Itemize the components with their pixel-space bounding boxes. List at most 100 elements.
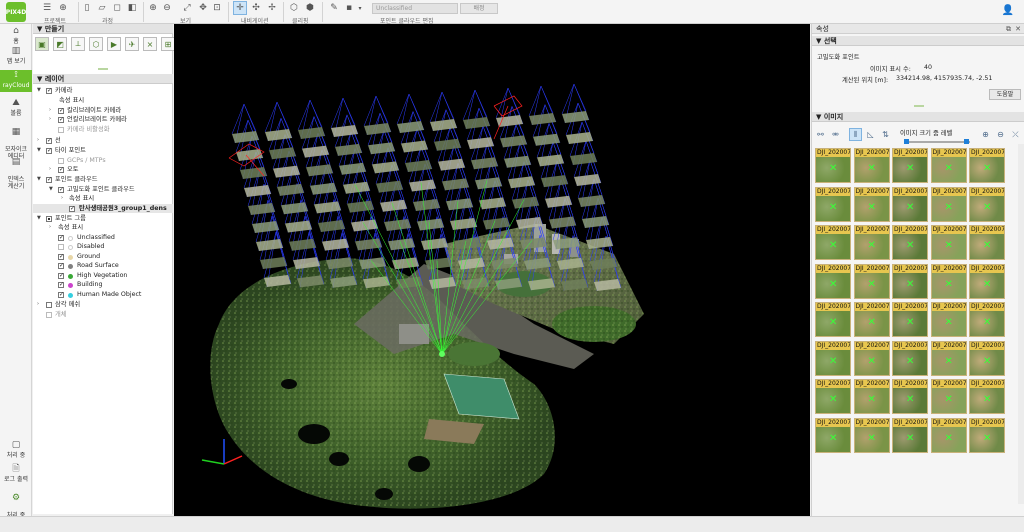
sidebar-item-raycloud[interactable]: ⟟ rayCloud	[0, 70, 32, 92]
close-icon[interactable]: ✕	[1015, 24, 1021, 34]
image-thumbnail[interactable]: DJI_202007 ✕	[969, 263, 1005, 299]
layer-checkbox[interactable]	[58, 157, 64, 164]
clipping-edit-icon[interactable]: ⬢	[303, 1, 317, 15]
sidebar-item-home[interactable]: ⌂ 홈	[0, 27, 32, 46]
collapse-arrow-icon[interactable]: ▼	[49, 185, 53, 195]
project-menu-icon[interactable]: ☰	[40, 1, 54, 15]
classification-select[interactable]: Unclassified	[372, 3, 458, 14]
camera-image-plane[interactable]	[417, 218, 444, 231]
camera-image-plane[interactable]	[339, 162, 366, 175]
image-thumbnail[interactable]: DJI_202007 ✕	[815, 379, 851, 414]
camera-image-plane[interactable]	[384, 219, 411, 231]
sidebar-item-index-calculator[interactable]: ▤ 인덱스 계산기	[0, 152, 32, 191]
layer-checkbox[interactable]: ✓	[58, 253, 64, 260]
layer-point-clouds[interactable]: ▼ ✓ 포인트 클라우드	[33, 175, 173, 185]
image-thumbnail[interactable]: DJI_202007 ✕	[930, 379, 967, 414]
image-thumbnail[interactable]: DJI_202007 ✕	[892, 186, 928, 222]
navigation-first-person-icon[interactable]: ✣	[249, 1, 263, 15]
camera-image-plane[interactable]	[269, 147, 296, 160]
pix4d-logo[interactable]: PIX4D	[6, 2, 26, 22]
camera-image-plane[interactable]	[318, 220, 345, 232]
image-thumbnail[interactable]: DJI_202007 ✕	[892, 302, 928, 337]
thumbnail-scrollbar[interactable]	[1018, 144, 1024, 504]
camera-image-plane[interactable]	[298, 127, 325, 139]
camera-image-plane[interactable]	[529, 113, 556, 125]
layer-checkbox[interactable]	[46, 312, 52, 318]
sort-by-distance-icon[interactable]: ⫴	[849, 128, 862, 141]
image-thumbnail[interactable]: DJI_202007 ✕	[815, 340, 851, 376]
camera-image-plane[interactable]	[483, 217, 510, 230]
camera-image-plane[interactable]	[578, 195, 605, 207]
camera-image-plane[interactable]	[537, 154, 564, 167]
layer-checkbox[interactable]: ✓	[58, 186, 64, 193]
camera-image-plane[interactable]	[277, 183, 304, 196]
create-section-header[interactable]: ▼ 만들기	[33, 24, 173, 34]
image-thumbnail[interactable]: DJI_202007 ✕	[853, 417, 890, 453]
layer-checkbox[interactable]: ✓	[46, 88, 52, 94]
camera-image-plane[interactable]	[405, 160, 432, 172]
camera-image-plane[interactable]	[355, 238, 382, 251]
expand-arrow-icon[interactable]: ›	[49, 115, 51, 125]
selected-point-marker[interactable]	[439, 351, 445, 357]
image-thumbnail[interactable]: DJI_202007 ✕	[930, 225, 967, 260]
image-thumbnail[interactable]: DJI_202007 ✕	[930, 148, 967, 183]
camera-image-plane[interactable]	[289, 238, 316, 251]
image-size-slider[interactable]	[904, 139, 970, 144]
create-fly-icon[interactable]: ✈	[125, 37, 139, 51]
image-thumbnail[interactable]: DJI_202007 ✕	[815, 263, 851, 299]
camera-image-plane[interactable]	[314, 201, 341, 214]
raycloud-3d-viewport[interactable]	[174, 24, 810, 516]
camera-image-plane[interactable]	[574, 174, 601, 186]
image-thumbnail[interactable]: DJI_202007 ✕	[892, 225, 928, 260]
fit-view-icon[interactable]: ⤢	[180, 1, 194, 15]
selection-mode-icon[interactable]: ▪	[342, 1, 356, 15]
zoom-out-icon[interactable]: ⊖	[994, 128, 1007, 141]
expand-arrow-icon[interactable]: ›	[37, 136, 39, 146]
camera-image-plane[interactable]	[545, 195, 572, 208]
layer-checkbox[interactable]: ✓	[58, 117, 64, 123]
create-mtp-icon[interactable]: ▣	[35, 37, 49, 51]
create-grid-icon[interactable]: ⊞	[161, 37, 175, 51]
layer-class-disabled[interactable]: Disabled	[33, 242, 173, 252]
layer-uncalibrated-cameras[interactable]: › ✓ 언칼리브레이트 카메라	[33, 115, 173, 125]
image-thumbnail[interactable]: DJI_202007 ✕	[815, 417, 851, 453]
collapse-arrow-icon[interactable]: ▼	[37, 175, 41, 185]
image-thumbnail[interactable]: DJI_202007 ✕	[853, 148, 890, 183]
create-measure-icon[interactable]: ⨯	[143, 37, 157, 51]
image-thumbnail[interactable]: DJI_202007 ✕	[969, 225, 1005, 260]
camera-image-plane[interactable]	[467, 137, 494, 150]
camera-image-plane[interactable]	[401, 140, 428, 153]
layer-dense-properties[interactable]: › 속성 표시	[33, 194, 173, 204]
layer-gcps-mtps[interactable]: GCPs / MTPs	[33, 156, 173, 166]
image-thumbnail[interactable]: DJI_202007 ✕	[853, 379, 890, 414]
disconnect-images-icon[interactable]: ⚮	[829, 128, 842, 141]
open-icon[interactable]: ▱	[95, 1, 109, 15]
layer-checkbox[interactable]: ✓	[46, 148, 52, 154]
user-account-icon[interactable]: 👤	[1002, 5, 1014, 16]
camera-image-plane[interactable]	[331, 125, 358, 137]
expand-arrow-icon[interactable]: ›	[37, 300, 39, 310]
sidebar-item-volumes[interactable]: ⛰ 볼륨	[0, 99, 32, 118]
camera-image-plane[interactable]	[392, 257, 419, 270]
layer-checkbox[interactable]: ✓	[46, 177, 52, 183]
camera-image-plane[interactable]	[438, 158, 465, 171]
create-video-icon[interactable]: ▶	[107, 37, 121, 51]
layer-cameras[interactable]: ▼ ✓ 카메라	[33, 86, 173, 96]
layer-densified-point-cloud[interactable]: ▼ ✓ 고밀도화 포인트 클라우드	[33, 185, 173, 195]
camera-image-plane[interactable]	[508, 176, 535, 189]
camera-image-plane[interactable]	[434, 138, 461, 151]
layer-checkbox[interactable]: ✓	[46, 138, 52, 144]
camera-image-plane[interactable]	[256, 239, 283, 251]
camera-image-plane[interactable]	[475, 177, 502, 190]
layer-objects[interactable]: 개체	[33, 310, 173, 320]
image-thumbnail[interactable]: DJI_202007 ✕	[815, 186, 851, 222]
image-thumbnail[interactable]: DJI_202007 ✕	[892, 148, 928, 183]
image-thumbnail[interactable]: DJI_202007 ✕	[853, 302, 890, 337]
camera-image-plane[interactable]	[541, 175, 568, 188]
camera-image-plane[interactable]	[463, 117, 490, 129]
zoom-in-icon[interactable]: ⊕	[979, 128, 992, 141]
collapse-arrow-icon[interactable]: ▼	[37, 146, 41, 156]
sort-descending-icon[interactable]: ⇅	[879, 128, 892, 141]
view-top-icon[interactable]: ✥	[196, 1, 210, 15]
process-icon[interactable]: ◻	[110, 1, 124, 15]
